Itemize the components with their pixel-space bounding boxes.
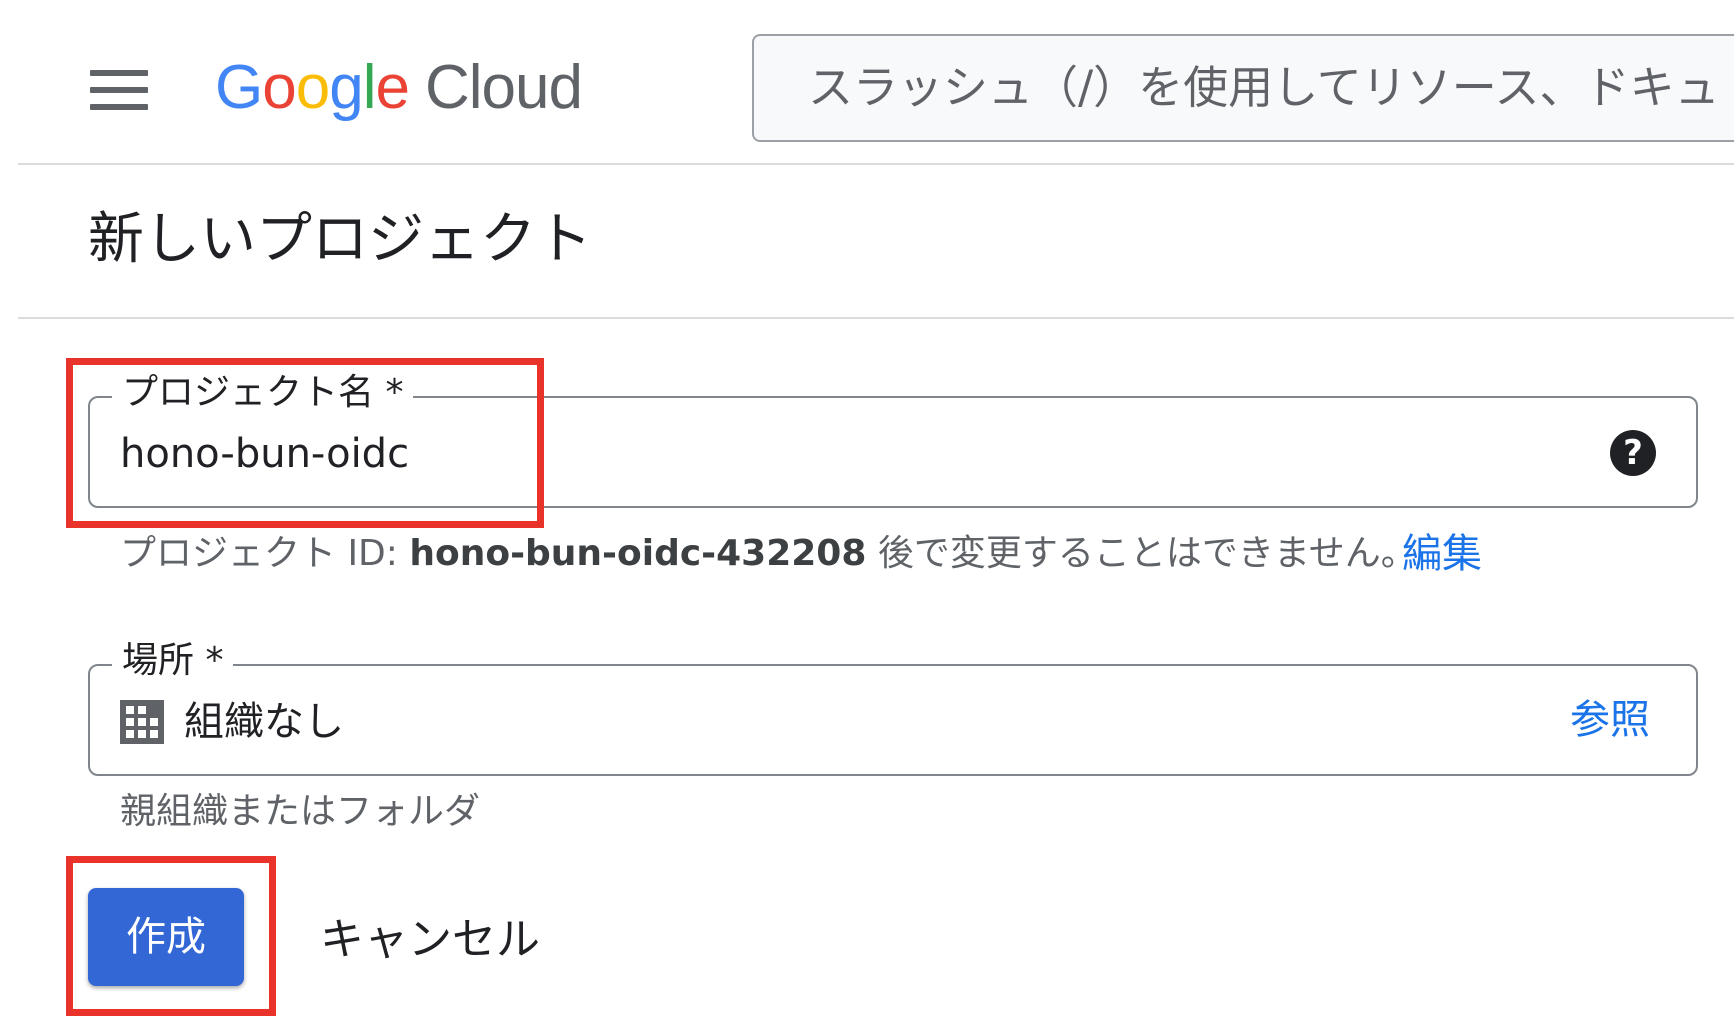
location-value: 組織なし [184,699,344,745]
page-title: 新しいプロジェクト [88,207,592,272]
google-cloud-logo[interactable]: Google Cloud [215,48,583,128]
location-hint: 親組織またはフォルダ [120,791,481,832]
create-button[interactable]: 作成 [88,888,244,986]
location-label: 場所 * [112,636,234,686]
project-id-hint: プロジェクト ID: hono-bun-oidc-432208 後で変更すること… [120,530,1417,578]
project-name-input[interactable]: hono-bun-oidc [120,428,409,480]
building-icon [120,700,164,744]
help-icon[interactable]: ? [1610,430,1656,476]
header-divider [18,163,1734,165]
search-input[interactable]: スラッシュ（/）を使用してリソース、ドキュ [752,34,1734,142]
title-divider [18,317,1734,319]
logo-cloud-text: Cloud [424,53,583,122]
project-id-value: hono-bun-oidc-432208 [409,533,867,574]
edit-project-id-link[interactable]: 編集 [1402,530,1482,578]
project-id-prefix: プロジェクト ID: [120,533,410,574]
browse-location-link[interactable]: 参照 [1570,694,1650,746]
project-id-suffix: 後で変更することはできません。 [866,533,1417,574]
hamburger-menu-icon[interactable] [90,70,148,110]
search-placeholder: スラッシュ（/）を使用してリソース、ドキュ [808,61,1720,114]
new-project-page: Google Cloud スラッシュ（/）を使用してリソース、ドキュ 新しいプロジ… [0,0,1734,1026]
project-name-label: プロジェクト名 * [112,368,414,418]
project-name-field[interactable]: プロジェクト名 * hono-bun-oidc ? [88,368,1698,508]
location-field[interactable]: 場所 * 組織なし 参照 [88,636,1698,776]
cancel-button[interactable]: キャンセル [320,912,540,968]
